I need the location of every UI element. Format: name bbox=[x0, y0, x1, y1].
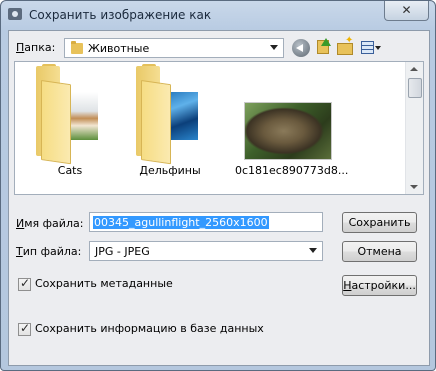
folder-label: Папка: bbox=[16, 41, 56, 54]
up-folder-icon[interactable] bbox=[314, 38, 332, 56]
back-icon[interactable] bbox=[292, 39, 310, 57]
file-name: 0c181ec890773d8... bbox=[235, 164, 349, 177]
save-metadata-label[interactable]: Сохранить метаданные bbox=[35, 277, 173, 290]
cancel-button[interactable]: Отмена bbox=[342, 241, 417, 262]
list-item[interactable]: Дельфины bbox=[120, 62, 220, 194]
file-name: Дельфины bbox=[139, 164, 201, 177]
image-thumbnail bbox=[244, 102, 332, 160]
filename-label: Имя файла: bbox=[16, 217, 84, 230]
save-db-label[interactable]: Сохранить информацию в базе данных bbox=[35, 322, 264, 335]
folder-icon bbox=[36, 64, 104, 165]
folder-combobox-value: Животные bbox=[88, 42, 150, 55]
list-item[interactable]: 0c181ec890773d8... bbox=[235, 62, 349, 194]
filename-input[interactable]: 00345_agullinflight_2560x1600 bbox=[89, 212, 323, 232]
save-db-checkbox[interactable] bbox=[18, 321, 31, 336]
vertical-scrollbar[interactable] bbox=[405, 62, 423, 194]
chevron-down-icon bbox=[270, 45, 278, 50]
filetype-value: JPG - JPEG bbox=[95, 245, 150, 258]
camera-icon bbox=[8, 8, 22, 20]
folder-combobox[interactable]: Животные bbox=[64, 38, 284, 58]
save-image-dialog: Сохранить изображение как ✕ Папка: Живот… bbox=[0, 0, 436, 371]
view-menu-icon[interactable] bbox=[360, 38, 382, 56]
settings-button[interactable]: Настройки... bbox=[342, 275, 417, 296]
new-folder-icon[interactable] bbox=[336, 35, 354, 56]
file-list[interactable]: Cats Дельфины 0c181ec890773d8... bbox=[14, 61, 424, 195]
save-metadata-checkbox[interactable] bbox=[18, 276, 31, 291]
scroll-thumb[interactable] bbox=[408, 78, 422, 98]
filename-value: 00345_agullinflight_2560x1600 bbox=[93, 216, 269, 229]
folder-icon bbox=[136, 64, 204, 165]
folder-icon bbox=[71, 41, 83, 54]
list-item[interactable]: Cats bbox=[20, 62, 120, 194]
window-title: Сохранить изображение как bbox=[29, 8, 212, 22]
save-button[interactable]: Сохранить bbox=[342, 212, 417, 233]
close-button[interactable]: ✕ bbox=[384, 1, 429, 21]
scroll-up-icon[interactable] bbox=[410, 67, 418, 71]
title-bar[interactable]: Сохранить изображение как ✕ bbox=[1, 1, 435, 29]
file-name: Cats bbox=[57, 164, 83, 177]
dialog-body: Папка: Животные Cats bbox=[8, 30, 430, 366]
scroll-down-icon[interactable] bbox=[410, 185, 418, 189]
filetype-label: Тип файла: bbox=[16, 245, 82, 258]
filetype-select[interactable]: JPG - JPEG bbox=[89, 241, 323, 261]
chevron-down-icon bbox=[309, 248, 317, 253]
